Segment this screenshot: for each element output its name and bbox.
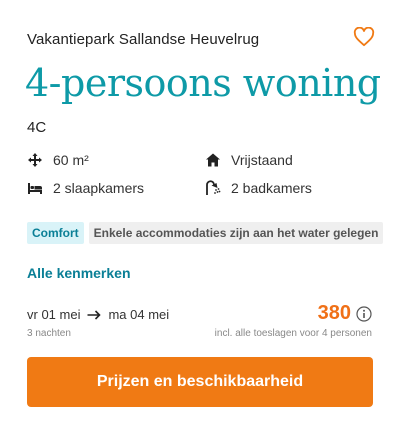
feature-area: 60 m² xyxy=(27,152,89,168)
badge-row: Comfort Enkele accommodaties zijn aan he… xyxy=(27,222,384,244)
accommodation-card: Vakantiepark Sallandse Heuvelrug 4-perso… xyxy=(0,0,400,434)
date-from: vr 01 mei xyxy=(27,307,81,322)
feature-type: Vrijstaand xyxy=(205,152,293,168)
feature-bedrooms: 2 slaapkamers xyxy=(27,180,144,196)
water-location-badge: Enkele accommodaties zijn aan het water … xyxy=(88,222,384,244)
feature-bathrooms: 2 badkamers xyxy=(205,180,312,196)
feature-bathrooms-label: 2 badkamers xyxy=(231,180,312,196)
feature-area-label: 60 m² xyxy=(53,152,89,168)
comfort-badge: Comfort xyxy=(27,222,84,244)
heart-outline-icon[interactable] xyxy=(353,27,375,47)
arrow-right-icon xyxy=(87,309,102,320)
all-features-link[interactable]: Alle kenmerken xyxy=(27,265,131,281)
price-block: 380 xyxy=(318,302,372,325)
nights-count: 3 nachten xyxy=(27,328,71,339)
date-to: ma 04 mei xyxy=(108,307,170,322)
stay-dates: vr 01 mei ma 04 mei xyxy=(27,307,169,322)
price-amount: 380 xyxy=(317,302,351,324)
prices-availability-button[interactable]: Prijzen en beschikbaarheid xyxy=(27,357,373,407)
feature-type-label: Vrijstaand xyxy=(231,152,293,168)
price-note: incl. alle toeslagen voor 4 personen xyxy=(214,328,372,339)
move-arrows-icon xyxy=(28,153,42,167)
accommodation-title: 4-persoons woning xyxy=(25,61,381,105)
park-name: Vakantiepark Sallandse Heuvelrug xyxy=(27,31,260,48)
house-icon xyxy=(206,153,220,167)
feature-bedrooms-label: 2 slaapkamers xyxy=(53,180,145,196)
accommodation-code: 4C xyxy=(27,119,47,136)
info-icon[interactable] xyxy=(356,305,372,322)
shower-icon xyxy=(206,180,221,195)
bed-icon xyxy=(28,183,42,194)
